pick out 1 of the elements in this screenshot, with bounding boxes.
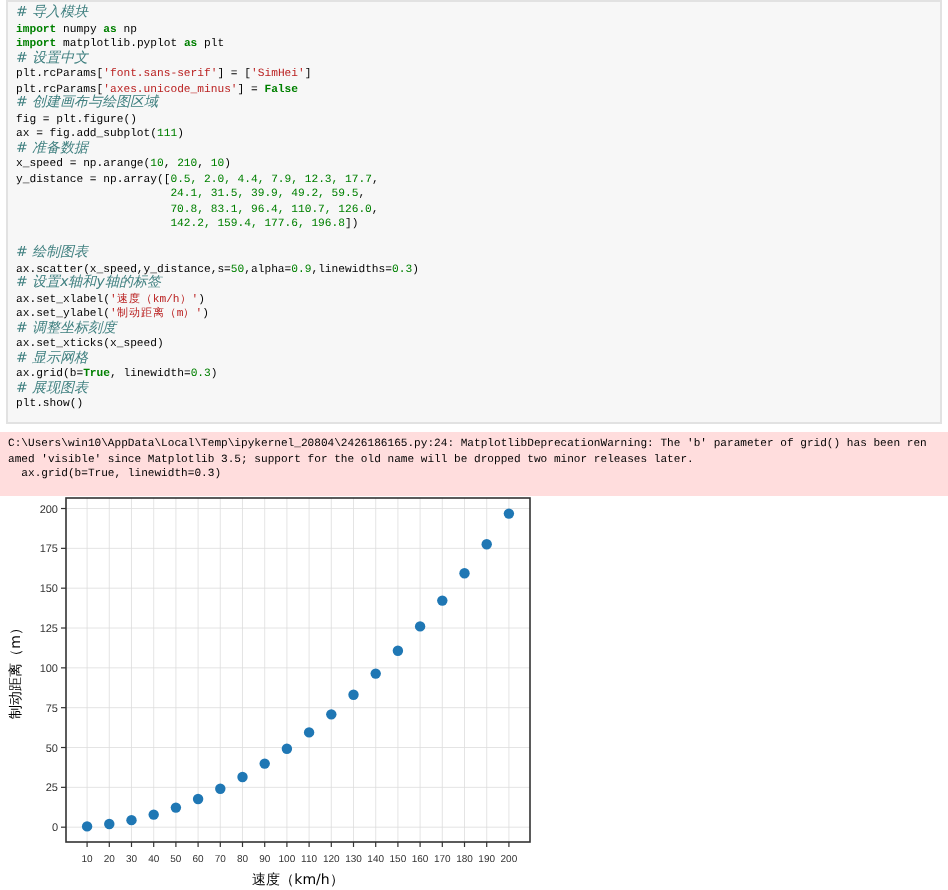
code-cell[interactable]: [6, 0, 942, 424]
